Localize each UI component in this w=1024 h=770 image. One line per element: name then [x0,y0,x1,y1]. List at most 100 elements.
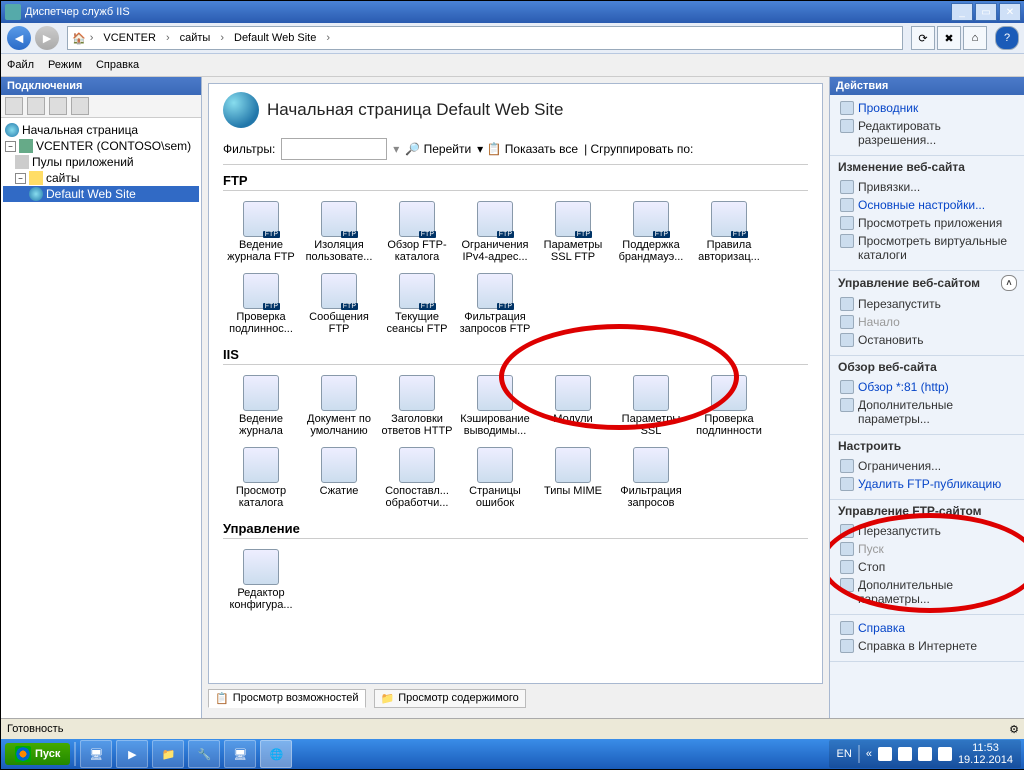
feature-item[interactable]: Модули [535,371,611,441]
feature-icon [243,447,279,483]
save-icon[interactable] [27,97,45,115]
collapse-icon[interactable]: − [5,141,16,152]
refresh-icon[interactable]: ⟳ [911,26,935,50]
feature-item[interactable]: Документ по умолчанию [301,371,377,441]
action-restart-web[interactable]: Перезапустить [838,295,1017,313]
action-help-online[interactable]: Справка в Интернете [838,637,1017,655]
feature-item[interactable]: FTPПравила авторизац... [691,197,767,267]
home-icon[interactable]: 🏠 [72,32,86,45]
action-adv-params-ftp[interactable]: Дополнительные параметры... [838,576,1017,608]
action-help[interactable]: Справка [838,619,1017,637]
status-config-icon: ⚙ [1009,723,1019,736]
action-view-apps[interactable]: Просмотреть приложения [838,214,1017,232]
feature-icon [243,549,279,585]
close-button[interactable]: ✕ [999,3,1021,21]
taskbar-item[interactable]: 🔧 [188,740,220,768]
action-limits[interactable]: Ограничения... [838,457,1017,475]
feature-item[interactable]: Редактор конфигура... [223,545,299,615]
feature-item[interactable]: Сопоставл... обработчи... [379,443,455,513]
action-bindings[interactable]: Привязки... [838,178,1017,196]
filter-input[interactable] [281,138,387,160]
feature-item[interactable]: FTPТекущие сеансы FTP [379,269,455,339]
taskbar-item-iis[interactable]: 🌐 [260,740,292,768]
home-icon[interactable]: ⌂ [963,26,987,50]
tray-arrow-icon[interactable]: « [866,748,872,760]
feature-item[interactable]: Проверка подлинности [691,371,767,441]
action-browse-http[interactable]: Обзор *:81 (http) [838,378,1017,396]
collapse-icon[interactable]: ˄ [1001,275,1017,291]
action-explorer[interactable]: Проводник [838,99,1017,117]
tree-sites[interactable]: − сайты [3,170,199,186]
tree-server[interactable]: − VCENTER (CONTOSO\sem) [3,138,199,154]
breadcrumb[interactable]: 🏠› VCENTER› сайты› Default Web Site› [67,26,903,50]
feature-item[interactable]: Ведение журнала [223,371,299,441]
feature-icon: FTP [399,273,435,309]
tree-start-page[interactable]: Начальная страница [3,122,199,138]
feature-item[interactable]: FTPПроверка подлиннос... [223,269,299,339]
tray-icon[interactable] [898,747,912,761]
action-remove-ftp[interactable]: Удалить FTP-публикацию [838,475,1017,493]
help-icon[interactable]: ? [995,26,1019,50]
taskbar-item[interactable]: 📁 [152,740,184,768]
feature-item[interactable]: Фильтрация запросов [613,443,689,513]
feature-item[interactable]: FTPОбзор FTP-каталога [379,197,455,267]
feature-item[interactable]: FTPВедение журнала FTP [223,197,299,267]
menu-help[interactable]: Справка [96,59,139,71]
action-restart-ftp[interactable]: Перезапустить [838,522,1017,540]
tab-content-view[interactable]: 📁 Просмотр содержимого [374,689,526,708]
feature-item[interactable]: Параметры SSL [613,371,689,441]
breadcrumb-item[interactable]: сайты [174,30,217,46]
stop-icon[interactable]: ✖ [937,26,961,50]
feature-item[interactable]: Просмотр каталога [223,443,299,513]
taskbar-item[interactable]: 🖥 [80,740,112,768]
action-basic-settings[interactable]: Основные настройки... [838,196,1017,214]
tray-icon[interactable] [918,747,932,761]
tray-icon[interactable] [938,747,952,761]
feature-item[interactable]: FTPСообщения FTP [301,269,377,339]
language-indicator[interactable]: EN [837,748,852,760]
windows-icon [15,746,31,762]
feature-item[interactable]: Кэширование выводимы... [457,371,533,441]
connections-toolbar [1,95,201,118]
breadcrumb-item[interactable]: VCENTER [97,30,162,46]
taskbar-item[interactable]: ▶ [116,740,148,768]
maximize-button[interactable]: ▭ [975,3,997,21]
taskbar-item[interactable]: 🖥 [224,740,256,768]
feature-item[interactable]: Типы MIME [535,443,611,513]
feature-item[interactable]: Заголовки ответов HTTP [379,371,455,441]
minimize-button[interactable]: _ [951,3,973,21]
remove-icon[interactable] [71,97,89,115]
feature-item[interactable]: FTPПоддержка брандмауэ... [613,197,689,267]
feature-item[interactable]: FTPПараметры SSL FTP [535,197,611,267]
feature-item[interactable]: FTPФильтрация запросов FTP [457,269,533,339]
clock[interactable]: 11:53 19.12.2014 [958,742,1013,766]
go-button[interactable]: 🔎 Перейти [405,142,471,156]
menu-mode[interactable]: Режим [48,59,82,71]
connections-header: Подключения [1,77,201,95]
tray-icon[interactable] [878,747,892,761]
feature-item[interactable]: Сжатие [301,443,377,513]
action-adv-params[interactable]: Дополнительные параметры... [838,396,1017,428]
feature-item[interactable]: FTPИзоляция пользовате... [301,197,377,267]
breadcrumb-item[interactable]: Default Web Site [228,30,322,46]
back-button[interactable]: ◄ [7,26,31,50]
action-view-vdirs[interactable]: Просмотреть виртуальные каталоги [838,232,1017,264]
tree-default-web-site[interactable]: Default Web Site [3,186,199,202]
forward-button[interactable]: ► [35,26,59,50]
feature-item[interactable]: FTPОграничения IPv4-адрес... [457,197,533,267]
collapse-icon[interactable]: − [15,173,26,184]
connect-icon[interactable] [5,97,23,115]
show-all-link[interactable]: Показать все [505,142,578,156]
menu-file[interactable]: Файл [7,59,34,71]
feature-item[interactable]: Страницы ошибок [457,443,533,513]
action-stop-web[interactable]: Остановить [838,331,1017,349]
refresh-tree-icon[interactable] [49,97,67,115]
tab-features-view[interactable]: 📋 Просмотр возможностей [208,689,366,708]
feature-label: Обзор FTP-каталога [381,239,453,263]
titlebar: Диспетчер служб IIS _ ▭ ✕ [1,1,1024,23]
start-button[interactable]: Пуск [5,743,70,765]
feature-icon [243,375,279,411]
tree-app-pools[interactable]: Пулы приложений [3,154,199,170]
action-stop-ftp[interactable]: Стоп [838,558,1017,576]
action-edit-permissions[interactable]: Редактировать разрешения... [838,117,1017,149]
